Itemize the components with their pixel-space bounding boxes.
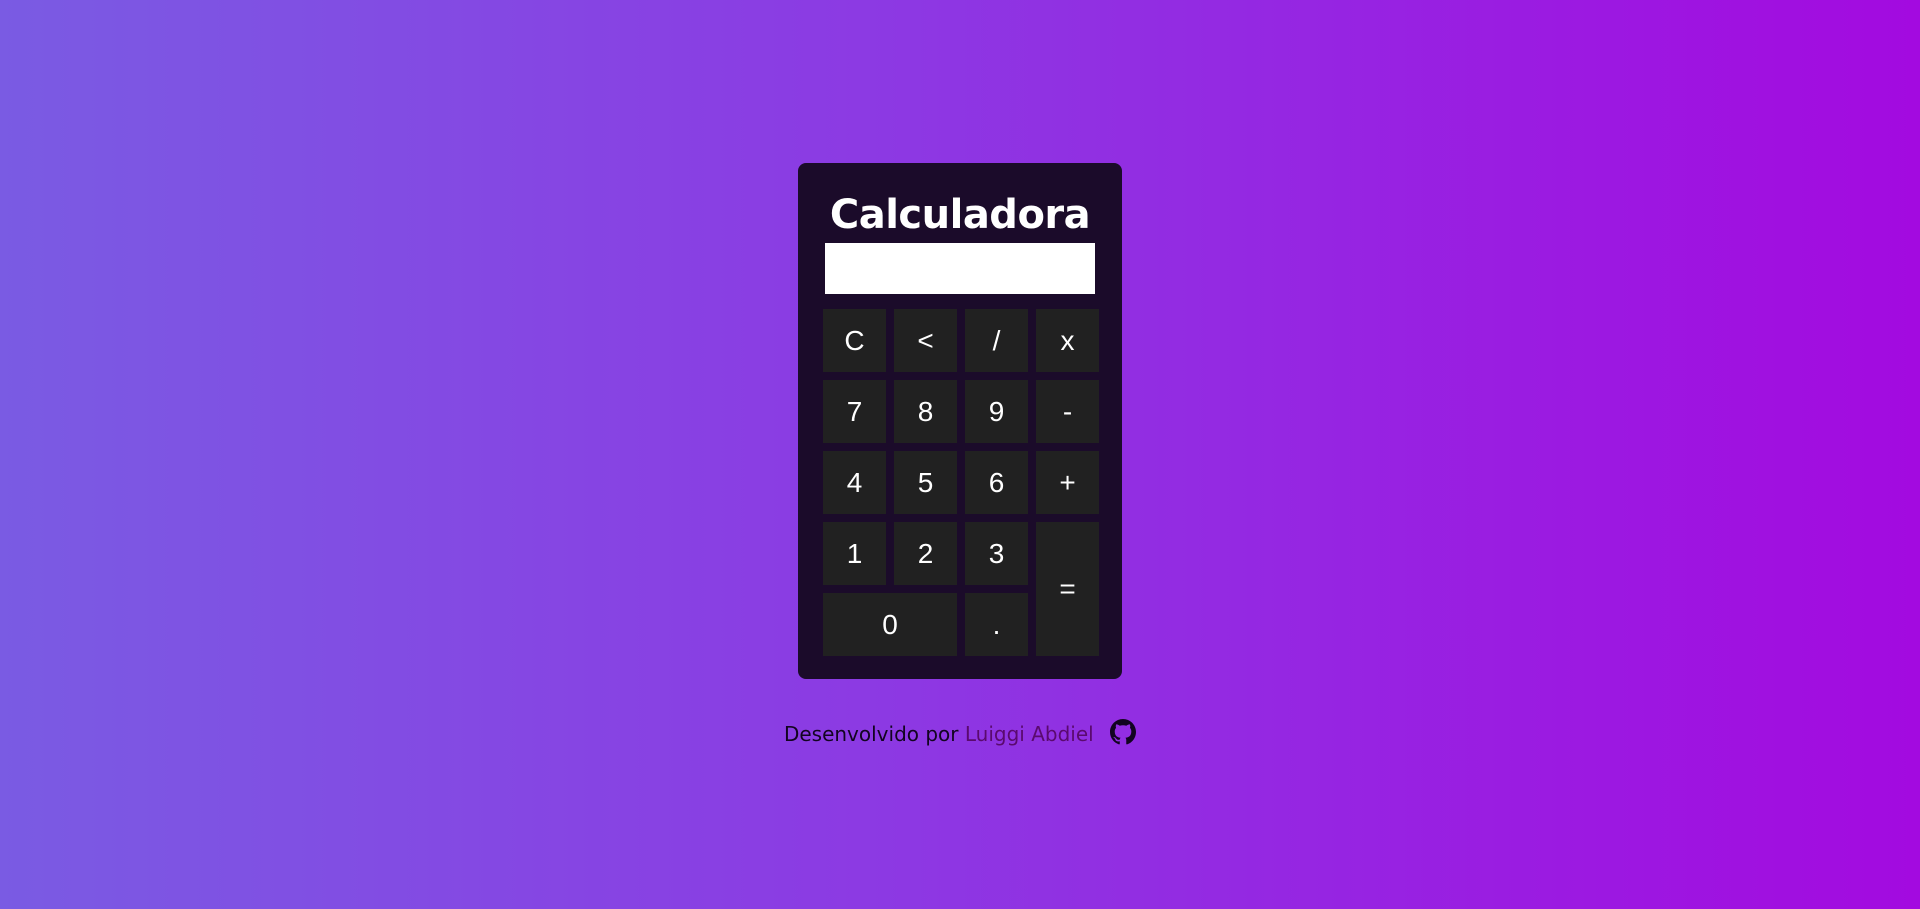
plus-button[interactable]: + — [1036, 451, 1099, 514]
digit-0-button[interactable]: 0 — [823, 593, 957, 656]
digit-7-button[interactable]: 7 — [823, 380, 886, 443]
github-icon[interactable] — [1110, 719, 1137, 745]
calculator-panel: Calculadora C < / x 7 8 9 - 4 5 6 + 1 2 … — [798, 163, 1122, 679]
digit-3-button[interactable]: 3 — [965, 522, 1028, 585]
calculator-title: Calculadora — [829, 192, 1091, 238]
digit-6-button[interactable]: 6 — [965, 451, 1028, 514]
digit-9-button[interactable]: 9 — [965, 380, 1028, 443]
footer: Desenvolvido por Luiggi Abdiel — [0, 718, 1920, 750]
backspace-button[interactable]: < — [894, 309, 957, 372]
minus-button[interactable]: - — [1036, 380, 1099, 443]
footer-text: Desenvolvido por — [783, 722, 959, 746]
digit-5-button[interactable]: 5 — [894, 451, 957, 514]
multiply-button[interactable]: x — [1036, 309, 1099, 372]
clear-button[interactable]: C — [823, 309, 886, 372]
digit-4-button[interactable]: 4 — [823, 451, 886, 514]
digit-8-button[interactable]: 8 — [894, 380, 957, 443]
decimal-button[interactable]: . — [965, 593, 1028, 656]
author-link[interactable]: Luiggi Abdiel — [965, 722, 1094, 746]
digit-2-button[interactable]: 2 — [894, 522, 957, 585]
keypad: C < / x 7 8 9 - 4 5 6 + 1 2 3 = 0 . — [823, 309, 1099, 656]
calculator-display[interactable] — [825, 243, 1095, 294]
divide-button[interactable]: / — [965, 309, 1028, 372]
equals-button[interactable]: = — [1036, 522, 1099, 656]
digit-1-button[interactable]: 1 — [823, 522, 886, 585]
